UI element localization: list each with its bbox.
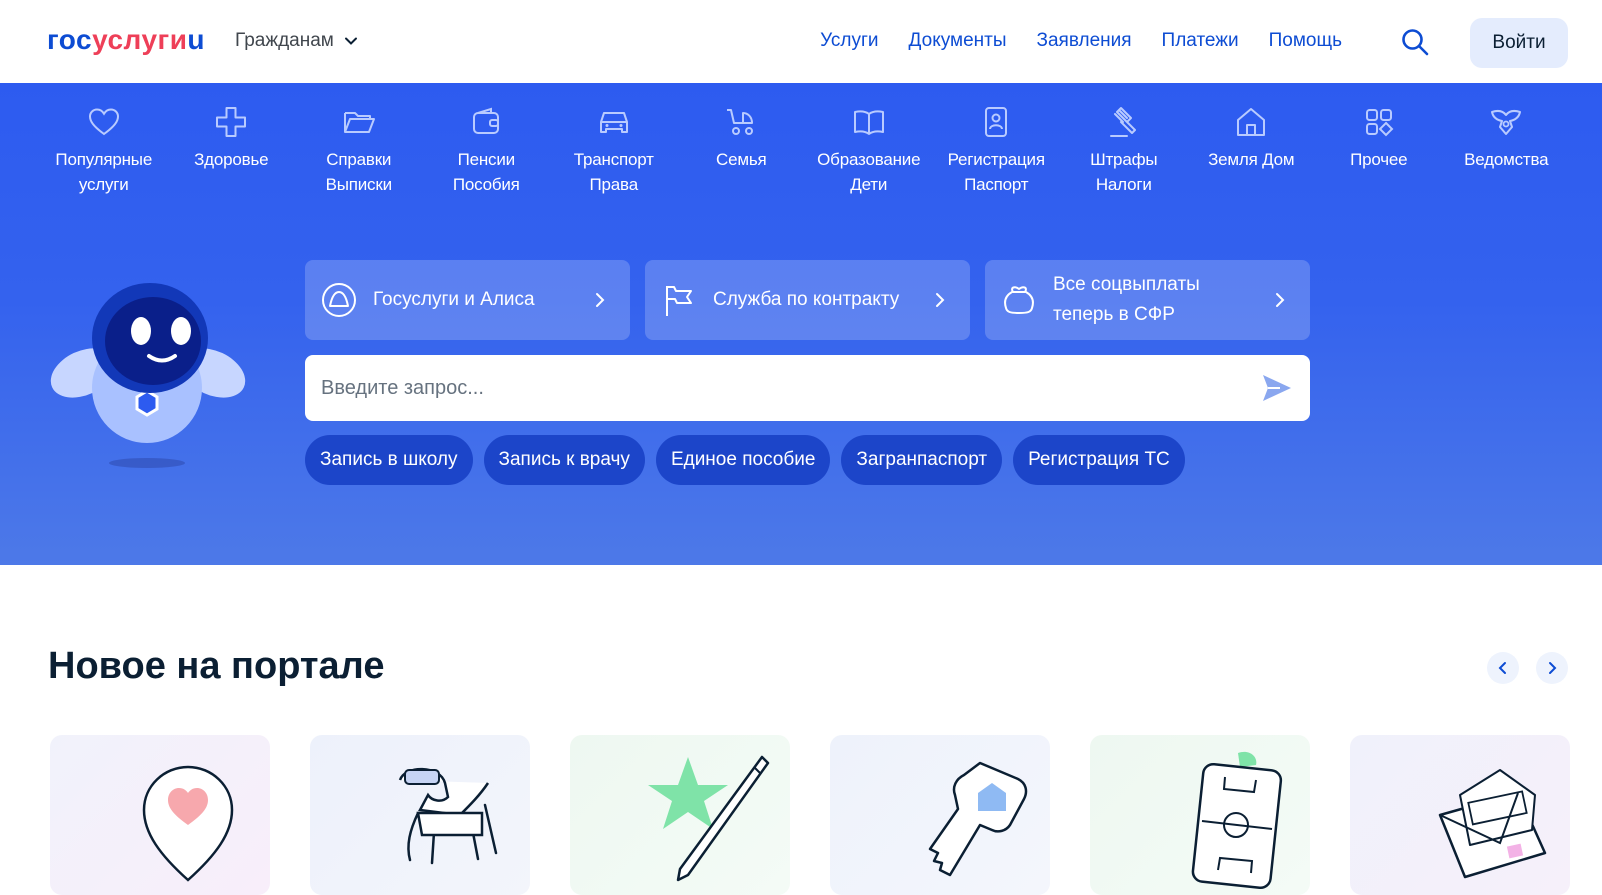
carousel-prev-button[interactable] [1487,652,1519,684]
news-carousel [50,735,1570,895]
chevron-right-icon [936,293,945,307]
audience-selector[interactable]: Гражданам [235,30,358,52]
promo-label: Служба по контракту [713,289,900,310]
eagle-icon [1491,110,1522,135]
promo-card-alice[interactable]: Госуслуги и Алиса [305,260,630,340]
section-title-new: Новое на портале [48,645,385,687]
category-label: Справки Выписки [325,150,392,194]
heart-icon [88,108,119,136]
category-registration[interactable]: Регистрация Паспорт [933,105,1061,197]
category-certificates[interactable]: Справки Выписки [295,105,423,197]
quick-links: Запись в школу Запись к врачу Единое пос… [305,435,1185,485]
category-label: Транспорт Права [573,150,654,194]
category-label: Пенсии Пособия [452,150,520,194]
medical-cross-icon [216,107,247,137]
category-label: Семья [716,150,767,169]
chip-unified-allowance[interactable]: Единое пособие [655,435,831,485]
chip-foreign-passport[interactable]: Загранпаспорт [841,435,1003,485]
robot-dog-icon [398,767,498,865]
gavel-icon [1109,107,1136,137]
wallet-icon [473,107,500,134]
logo-text-uslugi: услуги [92,24,188,55]
category-land-house[interactable]: Земля Дом [1188,105,1316,197]
gosuslugi-logo[interactable]: госуслугиu [47,24,205,56]
book-icon [853,110,884,135]
category-health[interactable]: Здоровье [168,105,296,197]
category-transport[interactable]: Транспорт Права [550,105,678,197]
search-icon[interactable] [1400,27,1430,57]
robot-assistant-mascot[interactable] [45,273,250,483]
football-tablet-icon [1191,751,1283,890]
news-tile[interactable] [570,735,790,895]
chevron-down-icon [344,37,357,45]
category-label: Здоровье [194,150,269,169]
id-card-icon [985,107,1008,137]
nav-pomoshch[interactable]: Помощь [1269,30,1342,52]
nav-platezhi[interactable]: Платежи [1162,30,1239,52]
chevron-left-icon [1498,662,1506,674]
heart-pin-icon [142,765,234,882]
chip-doctor-appointment[interactable]: Запись к врачу [483,435,645,485]
category-label: Регистрация Паспорт [947,150,1045,194]
chip-school-enrollment[interactable]: Запись в школу [305,435,473,485]
logo-text-u: u [187,24,206,55]
logo-text-gos: гос [47,24,93,55]
news-tile[interactable] [1090,735,1310,895]
promo-label: Госуслуги и Алиса [373,289,535,310]
star-pen-icon [648,755,770,882]
category-fines[interactable]: Штрафы Налоги [1060,105,1188,197]
search-input[interactable] [321,376,1260,400]
category-family[interactable]: Семья [678,105,806,197]
category-label: Штрафы Налоги [1090,150,1158,194]
news-tile[interactable] [50,735,270,895]
news-tile[interactable] [310,735,530,895]
news-tile[interactable] [1350,735,1570,895]
category-label: Популярные услуги [55,150,153,194]
folder-icon [343,112,375,133]
search-bar [305,355,1310,421]
category-popular[interactable]: Популярные услуги [40,105,168,197]
promo-label: Все соцвыплаты теперь в СФР [1053,274,1200,325]
promo-card-sfr[interactable]: Все соцвыплаты теперь в СФР [985,260,1310,340]
house-icon [1237,108,1266,136]
stroller-icon [727,109,754,135]
category-departments[interactable]: Ведомства [1443,105,1571,197]
nav-dokumenty[interactable]: Документы [909,30,1007,52]
house-key-icon [928,761,1028,877]
envelope-icon [1438,769,1547,879]
nav-zayavleniya[interactable]: Заявления [1037,30,1132,52]
alice-icon [322,283,356,317]
chip-vehicle-registration[interactable]: Регистрация ТС [1013,435,1185,485]
send-arrow-icon[interactable] [1260,371,1294,405]
bag-icon [1004,286,1034,314]
category-other[interactable]: Прочее [1315,105,1443,197]
grid-icon [1365,109,1394,137]
category-education[interactable]: Образование Дети [805,105,933,197]
chevron-right-icon [1549,662,1557,674]
top-navigation: Услуги Документы Заявления Платежи Помощ… [820,30,1342,52]
category-label: Прочее [1350,150,1408,169]
audience-label: Гражданам [235,30,334,51]
category-label: Земля Дом [1208,150,1295,169]
flag-icon [666,286,692,316]
promo-card-contract-service[interactable]: Служба по контракту [645,260,970,340]
chevron-right-icon [596,293,605,307]
carousel-next-button[interactable] [1536,652,1568,684]
login-button[interactable]: Войти [1470,18,1568,68]
header: госуслугиu Гражданам Услуги Документы За… [0,0,1602,83]
category-pensions[interactable]: Пенсии Пособия [423,105,551,197]
nav-uslugi[interactable]: Услуги [820,30,878,52]
hero-banner: Популярные услуги Здоровье Справки Выпис… [0,83,1602,565]
category-label: Образование Дети [817,150,921,194]
chevron-right-icon [1276,293,1285,307]
car-icon [599,112,628,133]
news-tile[interactable] [830,735,1050,895]
category-bar: Популярные услуги Здоровье Справки Выпис… [40,105,1570,197]
category-label: Ведомства [1464,150,1549,169]
